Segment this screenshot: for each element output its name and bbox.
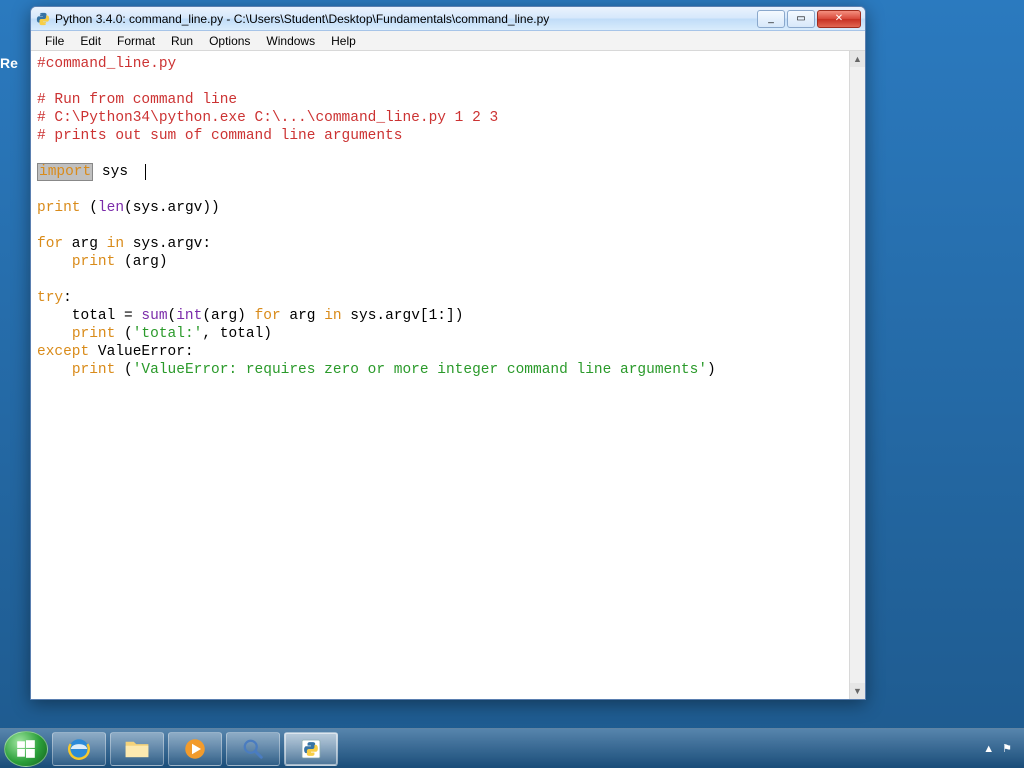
code-text: sys bbox=[93, 164, 145, 180]
titlebar[interactable]: Python 3.4.0: command_line.py - C:\Users… bbox=[31, 7, 865, 31]
python-icon bbox=[35, 11, 51, 27]
menu-file[interactable]: File bbox=[37, 34, 72, 48]
close-button[interactable]: ✕ bbox=[817, 10, 861, 28]
keyword-print: print bbox=[72, 254, 116, 270]
string-literal: 'total:' bbox=[133, 326, 203, 342]
menu-options[interactable]: Options bbox=[201, 34, 258, 48]
keyword-for: for bbox=[37, 236, 63, 252]
code-comment: #command_line.py bbox=[37, 56, 176, 72]
keyword-in: in bbox=[324, 308, 341, 324]
keyword-try: try bbox=[37, 290, 63, 306]
code-comment: # C:\Python34\python.exe C:\...\command_… bbox=[37, 110, 498, 126]
code-text: (arg) bbox=[115, 254, 167, 270]
system-tray[interactable]: ▲ ⚑ bbox=[983, 742, 1020, 755]
builtin-len: len bbox=[98, 200, 124, 216]
desktop-partial-label: Re bbox=[0, 55, 18, 71]
keyword-print: print bbox=[72, 326, 116, 342]
code-text: (arg) bbox=[202, 308, 254, 324]
start-button[interactable] bbox=[4, 731, 48, 767]
code-text: ( bbox=[115, 326, 132, 342]
code-text: : bbox=[63, 290, 72, 306]
builtin-int: int bbox=[176, 308, 202, 324]
taskbar-idle[interactable] bbox=[284, 732, 338, 766]
taskbar-magnifier[interactable] bbox=[226, 732, 280, 766]
code-text: ( bbox=[115, 362, 132, 378]
code-text: sys.argv[1:]) bbox=[342, 308, 464, 324]
keyword-print: print bbox=[37, 200, 81, 216]
taskbar[interactable]: ▲ ⚑ bbox=[0, 728, 1024, 768]
taskbar-ie[interactable] bbox=[52, 732, 106, 766]
code-text: total = bbox=[37, 308, 141, 324]
builtin-sum: sum bbox=[141, 308, 167, 324]
code-indent bbox=[37, 326, 72, 342]
tray-flag-icon[interactable]: ⚑ bbox=[1002, 742, 1012, 755]
code-comment: # Run from command line bbox=[37, 92, 237, 108]
code-indent bbox=[37, 362, 72, 378]
code-text: (sys.argv)) bbox=[124, 200, 220, 216]
keyword-except: except bbox=[37, 344, 89, 360]
menu-windows[interactable]: Windows bbox=[258, 34, 323, 48]
menubar: File Edit Format Run Options Windows Hel… bbox=[31, 31, 865, 51]
code-comment: # prints out sum of command line argumen… bbox=[37, 128, 402, 144]
scroll-down-button[interactable]: ▼ bbox=[850, 683, 865, 699]
taskbar-file-explorer[interactable] bbox=[110, 732, 164, 766]
text-cursor bbox=[145, 164, 146, 180]
scroll-up-button[interactable]: ▲ bbox=[850, 51, 865, 67]
keyword-print: print bbox=[72, 362, 116, 378]
code-indent bbox=[37, 254, 72, 270]
code-editor[interactable]: #command_line.py # Run from command line… bbox=[31, 51, 849, 699]
code-text: arg bbox=[281, 308, 325, 324]
keyword-for: for bbox=[255, 308, 281, 324]
minimize-button[interactable]: _ bbox=[757, 10, 785, 28]
code-text: ) bbox=[707, 362, 716, 378]
code-text: ValueError: bbox=[89, 344, 193, 360]
menu-help[interactable]: Help bbox=[323, 34, 364, 48]
selected-keyword-import: import bbox=[37, 163, 93, 181]
code-text: ( bbox=[168, 308, 177, 324]
maximize-button[interactable]: ▭ bbox=[787, 10, 815, 28]
code-text: ( bbox=[81, 200, 98, 216]
idle-editor-window: Python 3.4.0: command_line.py - C:\Users… bbox=[30, 6, 866, 700]
window-title: Python 3.4.0: command_line.py - C:\Users… bbox=[55, 12, 751, 26]
string-literal: 'ValueError: requires zero or more integ… bbox=[133, 362, 707, 378]
taskbar-media-player[interactable] bbox=[168, 732, 222, 766]
vertical-scrollbar[interactable]: ▲ ▼ bbox=[849, 51, 865, 699]
code-text: sys.argv: bbox=[124, 236, 211, 252]
menu-edit[interactable]: Edit bbox=[72, 34, 109, 48]
code-text: arg bbox=[63, 236, 107, 252]
menu-run[interactable]: Run bbox=[163, 34, 201, 48]
keyword-in: in bbox=[107, 236, 124, 252]
menu-format[interactable]: Format bbox=[109, 34, 163, 48]
tray-arrow-icon[interactable]: ▲ bbox=[983, 743, 994, 755]
code-text: , total) bbox=[202, 326, 272, 342]
